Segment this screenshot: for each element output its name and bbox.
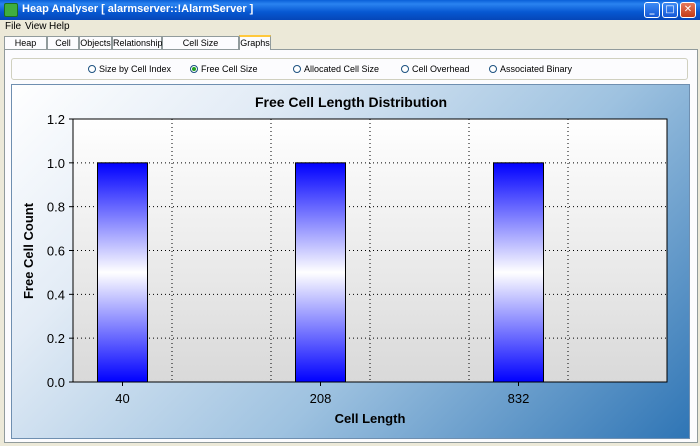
y-tick-label: 0.8 [47, 200, 65, 215]
tab-strip: Heap View Cell List Objects Relationship… [0, 35, 700, 60]
menu-view[interactable]: View [25, 21, 47, 32]
x-tick-label: 832 [508, 391, 530, 406]
radio-indicator [293, 65, 301, 73]
tab-objects[interactable]: Objects [79, 36, 112, 49]
y-tick-label: 0.0 [47, 375, 65, 390]
radio-label: Associated Binary [500, 64, 573, 74]
x-tick-labels: 40 208 832 [115, 382, 529, 406]
tab-relationships[interactable]: Relationships [112, 36, 167, 49]
radio-label: Free Cell Size [201, 64, 258, 74]
menu-help[interactable]: Help [49, 21, 70, 32]
menu-file[interactable]: File [5, 21, 21, 32]
x-tick-label: 40 [115, 391, 129, 406]
minimize-button[interactable]: _ [644, 2, 660, 18]
radio-indicator [401, 65, 409, 73]
radio-label: Cell Overhead [412, 64, 470, 74]
y-tick-label: 0.4 [47, 287, 65, 302]
menu-bar: File View Help [0, 20, 700, 33]
tab-cell-size-distributions[interactable]: Cell Size Distributions [162, 36, 239, 60]
x-axis-label: Cell Length [335, 411, 406, 426]
radio-indicator [489, 65, 497, 73]
chart-svg: Free Cell Length Distribution 0.00.20.40… [21, 94, 668, 426]
tab-heap-view[interactable]: Heap View [4, 36, 47, 60]
chart-area: Free Cell Length Distribution 0.0 0.2 0.4 0… [11, 84, 690, 439]
radio-label: Allocated Cell Size [304, 64, 380, 74]
close-button[interactable]: ✕ [680, 2, 696, 18]
title-bar: Heap Analyser [ alarmserver::!AlarmServe… [0, 0, 700, 20]
maximize-button[interactable]: □ [662, 2, 678, 18]
radio-label: Size by Cell Index [99, 64, 172, 74]
y-tick-label: 0.2 [47, 331, 65, 346]
app-icon [4, 3, 18, 17]
y-tick-labels: 0.0 0.2 0.4 0.6 0.8 1.0 1.2 [47, 112, 73, 390]
bar-40 [97, 162, 148, 383]
y-axis-label: Free Cell Count [21, 202, 36, 299]
radio-indicator-selected [190, 65, 198, 73]
y-tick-label: 1.0 [47, 156, 65, 171]
tab-cell-list[interactable]: Cell List [47, 36, 79, 60]
graph-type-group: Size by Cell Index Free Cell Size Alloca… [11, 58, 688, 80]
y-tick-label: 0.6 [47, 244, 65, 259]
bar-208 [295, 162, 346, 383]
tab-graphs[interactable]: Graphs [239, 35, 271, 50]
chart-title: Free Cell Length Distribution [255, 94, 447, 110]
window-title: Heap Analyser [ alarmserver::!AlarmServe… [22, 3, 254, 15]
radio-indicator [88, 65, 96, 73]
bar-832 [493, 162, 544, 383]
x-tick-label: 208 [310, 391, 332, 406]
y-tick-label: 1.2 [47, 112, 65, 127]
